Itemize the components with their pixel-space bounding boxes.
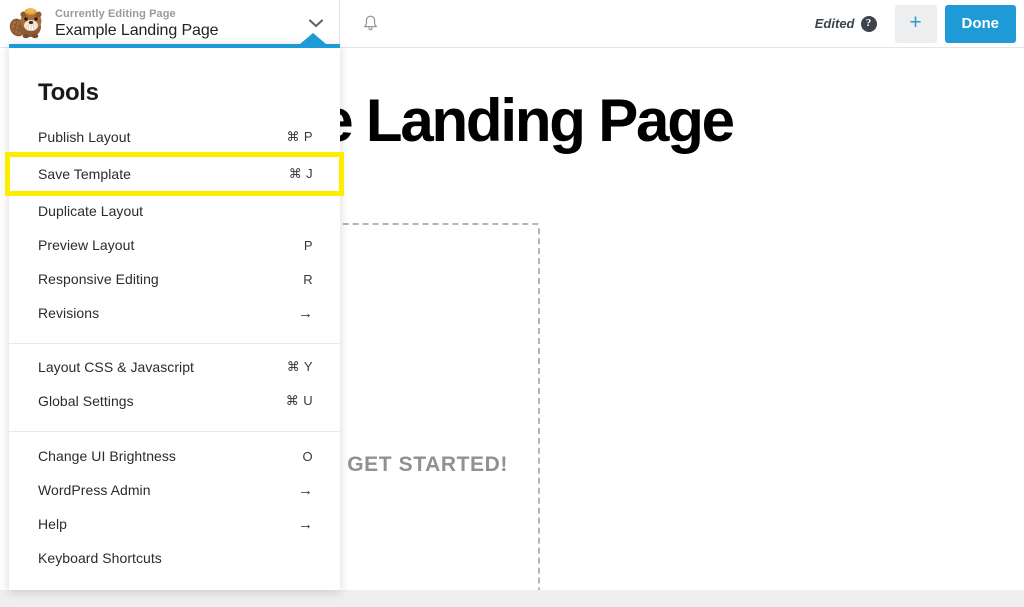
tools-menu-group-1: Publish Layout ⌘ P Save Template ⌘ J Dup… <box>5 107 344 330</box>
edited-status-group: Edited ? <box>814 15 877 32</box>
currently-editing-page-button[interactable]: Currently Editing Page Example Landing P… <box>0 0 340 47</box>
edited-status-label: Edited <box>814 16 855 31</box>
menu-item-duplicate-layout[interactable]: Duplicate Layout <box>9 194 340 228</box>
menu-item-label: WordPress Admin <box>38 482 151 498</box>
menu-item-shortcut: ⌘ J <box>288 166 313 181</box>
top-toolbar: Currently Editing Page Example Landing P… <box>0 0 1024 48</box>
menu-item-shortcut: ⌘ Y <box>286 359 313 374</box>
menu-item-shortcut: ⌘ P <box>286 129 313 144</box>
arrow-right-icon: → <box>298 515 313 533</box>
page-bottom-strip <box>0 590 1024 607</box>
menu-item-label: Responsive Editing <box>38 271 159 287</box>
chevron-down-icon[interactable] <box>305 13 327 35</box>
tools-panel-pointer <box>300 33 326 44</box>
app-root: Example Landing Page CLICK HERE TO GET S… <box>0 0 1024 607</box>
menu-item-shortcut: R <box>303 271 313 287</box>
menu-item-shortcut: ⌘ U <box>285 393 313 408</box>
menu-item-label: Change UI Brightness <box>38 448 176 464</box>
menu-item-layout-css-javascript[interactable]: Layout CSS & Javascript ⌘ Y <box>9 350 340 384</box>
menu-item-label: Help <box>38 516 67 532</box>
menu-item-keyboard-shortcuts[interactable]: Keyboard Shortcuts <box>9 541 340 575</box>
menu-item-save-template[interactable]: Save Template ⌘ J <box>5 152 344 196</box>
menu-item-preview-layout[interactable]: Preview Layout P <box>9 228 340 262</box>
tools-panel-title: Tools <box>38 79 99 106</box>
menu-item-change-ui-brightness[interactable]: Change UI Brightness O <box>9 439 340 473</box>
current-page-title: Example Landing Page <box>55 22 219 39</box>
arrow-right-icon: → <box>298 304 313 322</box>
menu-item-shortcut: O <box>302 448 313 464</box>
tools-menu-group-3: Change UI Brightness O WordPress Admin →… <box>9 432 340 575</box>
menu-item-help[interactable]: Help → <box>9 507 340 541</box>
menu-item-label: Save Template <box>38 166 132 182</box>
notification-bell-icon[interactable] <box>357 11 383 37</box>
menu-item-publish-layout[interactable]: Publish Layout ⌘ P <box>9 120 340 154</box>
toolbar-middle-region <box>340 0 815 47</box>
arrow-right-icon: → <box>298 481 313 499</box>
currently-editing-label: Currently Editing Page <box>55 7 176 20</box>
brand-text-block: Currently Editing Page Example Landing P… <box>55 7 305 39</box>
menu-item-label: Keyboard Shortcuts <box>38 550 162 566</box>
add-content-button[interactable]: + <box>894 4 937 43</box>
tools-menu-group-2: Layout CSS & Javascript ⌘ Y Global Setti… <box>9 344 340 418</box>
menu-item-global-settings[interactable]: Global Settings ⌘ U <box>9 384 340 418</box>
menu-item-label: Layout CSS & Javascript <box>38 359 194 375</box>
help-question-icon[interactable]: ? <box>860 15 877 32</box>
menu-item-label: Duplicate Layout <box>38 203 144 219</box>
beaver-logo-icon <box>8 5 46 43</box>
done-button[interactable]: Done <box>944 4 1016 43</box>
menu-item-responsive-editing[interactable]: Responsive Editing R <box>9 262 340 296</box>
menu-item-label: Publish Layout <box>38 129 131 145</box>
menu-item-label: Revisions <box>38 305 100 321</box>
menu-item-shortcut: P <box>303 237 313 253</box>
menu-item-wordpress-admin[interactable]: WordPress Admin → <box>9 473 340 507</box>
toolbar-right-actions: Edited ? + Done <box>815 0 1024 47</box>
menu-item-label: Global Settings <box>38 393 134 409</box>
menu-item-label: Preview Layout <box>38 237 135 253</box>
menu-item-revisions[interactable]: Revisions → <box>9 296 340 330</box>
tools-menu-panel: Tools Publish Layout ⌘ P Save Template ⌘… <box>5 44 344 590</box>
